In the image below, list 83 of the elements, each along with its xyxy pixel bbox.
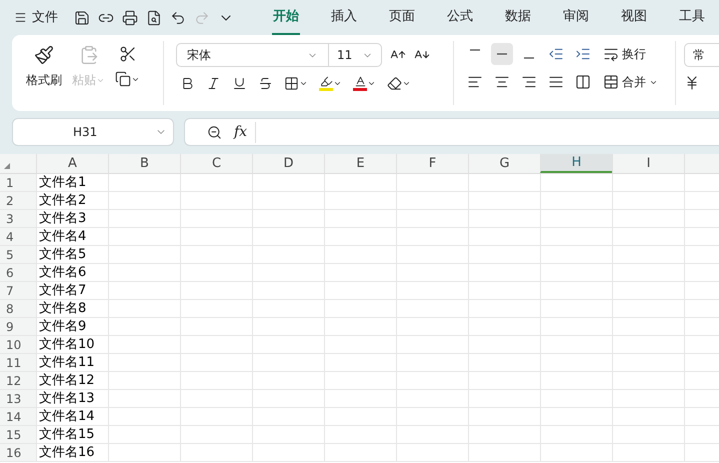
copy-button[interactable]: [115, 71, 140, 87]
print-preview-icon[interactable]: [146, 10, 162, 26]
file-menu[interactable]: 文件: [14, 8, 58, 28]
row-header[interactable]: 8: [0, 300, 36, 317]
row-header[interactable]: 2: [0, 192, 36, 209]
clipboard-icon: [78, 45, 98, 65]
column-header[interactable]: B: [108, 154, 180, 173]
italic-icon[interactable]: [206, 76, 221, 90]
cell-text: 文件名12: [39, 372, 95, 390]
row-header[interactable]: 14: [0, 408, 36, 425]
row-header[interactable]: 6: [0, 264, 36, 281]
ribbon-tab[interactable]: 数据: [504, 0, 532, 35]
column-header[interactable]: E: [324, 154, 396, 173]
row-header[interactable]: 11: [0, 354, 36, 371]
menu-icon: [14, 11, 27, 24]
cell-text: 文件名16: [39, 444, 95, 462]
name-box[interactable]: H31: [12, 118, 174, 146]
zoom-out-icon[interactable]: [207, 124, 222, 140]
save-icon[interactable]: [74, 10, 90, 26]
insert-function-button[interactable]: fx: [234, 122, 256, 142]
ribbon-tab[interactable]: 工具: [678, 0, 706, 35]
cell-text: 文件名5: [39, 246, 86, 264]
select-all-icon[interactable]: [4, 163, 10, 169]
row-header[interactable]: 15: [0, 426, 36, 443]
align-line-icon: [470, 49, 480, 51]
clear-button[interactable]: [387, 76, 411, 90]
column-header[interactable]: D: [252, 154, 324, 173]
row-header[interactable]: 3: [0, 210, 36, 227]
highlighter-icon: [319, 75, 333, 91]
paintbrush-icon: [34, 45, 54, 65]
row-header[interactable]: 9: [0, 318, 36, 335]
column-header[interactable]: F: [396, 154, 468, 173]
cell-text: 文件名14: [39, 408, 95, 426]
undo-icon[interactable]: [170, 10, 186, 26]
merge-button[interactable]: 合并: [603, 73, 658, 91]
print-icon[interactable]: [122, 10, 138, 26]
row-header[interactable]: 13: [0, 390, 36, 407]
row-header[interactable]: 5: [0, 246, 36, 263]
cell-text: 文件名11: [39, 354, 95, 372]
number-format-field[interactable]: 常: [684, 43, 719, 67]
column-header[interactable]: C: [180, 154, 252, 173]
ribbon-tab[interactable]: 公式: [446, 0, 474, 35]
wrap-text-icon: [603, 46, 619, 62]
cell-text: 文件名13: [39, 390, 95, 408]
ribbon-tab[interactable]: 插入: [330, 0, 358, 35]
cell-text: 文件名8: [39, 300, 86, 318]
fill-color-button[interactable]: [319, 75, 342, 91]
underline-icon[interactable]: [232, 76, 247, 90]
cell-text: 文件名9: [39, 318, 86, 336]
row-header[interactable]: 7: [0, 282, 36, 299]
borders-icon: [284, 76, 299, 90]
cell-text: 文件名4: [39, 228, 86, 246]
cell-text: 文件名7: [39, 282, 86, 300]
row-header[interactable]: 10: [0, 336, 36, 353]
cell-text: 文件名10: [39, 336, 95, 354]
wrap-text-button[interactable]: 换行: [603, 45, 646, 63]
row-header[interactable]: 12: [0, 372, 36, 389]
cell-text: 文件名6: [39, 264, 86, 282]
cell-text: 文件名2: [39, 192, 86, 210]
align-line-icon: [497, 53, 507, 55]
font-color-icon: [353, 75, 367, 91]
cell-text: 文件名1: [39, 174, 86, 192]
column-header[interactable]: A: [36, 154, 108, 173]
cell-text: 文件名3: [39, 210, 86, 228]
row-header[interactable]: 1: [0, 174, 36, 191]
format-painter-button[interactable]: 格式刷: [26, 45, 62, 105]
font-color-button[interactable]: [353, 75, 376, 91]
column-header[interactable]: H: [540, 154, 612, 173]
ribbon-tab[interactable]: 审阅: [562, 0, 590, 35]
eraser-icon: [387, 76, 402, 90]
strikethrough-icon[interactable]: [258, 76, 273, 90]
cell-text: 文件名15: [39, 426, 95, 444]
align-middle-button[interactable]: [491, 43, 513, 65]
copy-icon: [115, 71, 131, 87]
row-header[interactable]: 4: [0, 228, 36, 245]
ribbon-tab[interactable]: 页面: [388, 0, 416, 35]
align-line-icon: [524, 57, 534, 59]
row-header[interactable]: 16: [0, 444, 36, 461]
cut-icon[interactable]: [118, 45, 136, 63]
column-header[interactable]: I: [612, 154, 684, 173]
ribbon-tab[interactable]: 视图: [620, 0, 648, 35]
borders-button[interactable]: [284, 76, 308, 90]
merge-cells-icon: [603, 74, 619, 90]
